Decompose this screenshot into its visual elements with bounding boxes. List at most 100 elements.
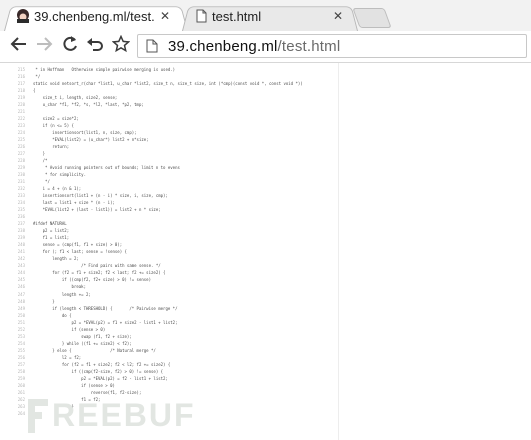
line-number: 221 [17,109,25,115]
code-text: */ [33,179,50,185]
code-line: 215 * in Hoffman Otherwise simple pairwi… [14,66,511,73]
code-line: 250 do { [14,312,511,319]
code-text: for (f2 = f1 + size2; f2 < last; f2 += s… [33,270,166,276]
line-number: 234 [17,200,25,206]
line-number: 250 [17,312,25,318]
code-line: 248 } [14,298,511,305]
code-line: 240 sense = (cmp(f1, f1 + size) > 0); [14,241,511,248]
line-number: 217 [17,81,25,87]
code-text: { [33,88,36,94]
line-number: 257 [17,361,25,367]
line-number: 258 [17,368,25,374]
url-text[interactable]: 39.chenbeng.ml/test.html [168,38,340,55]
url-host: 39.chenbeng.ml [168,38,278,55]
line-number: 216 [17,74,25,80]
code-line: 243 /* Find pairs with same sense. */ [14,262,511,269]
code-line: 224 insertionsort(list1, n, size, cmp); [14,129,511,136]
code-line: 221 [14,108,511,115]
line-number: 232 [17,186,25,192]
code-line: 232 i = 4 + (n & 1); [14,185,511,192]
code-line: 255 } else { /* Natural merge */ [14,347,511,354]
line-number: 222 [17,116,25,122]
line-number: 243 [17,263,25,269]
code-line: 241 for (; f1 < last; sense = !sense) { [14,248,511,255]
freebuf-watermark: REEBUF [28,397,218,435]
code-line: 242 length = 2; [14,255,511,262]
code-text: if (n <= 5) { [33,123,74,129]
code-text: insertionsort(list1, n, size, cmp); [33,130,137,136]
line-number: 242 [17,256,25,262]
code-line: 258 if ((cmp(f2-size, f2) > 0) != sense)… [14,368,511,375]
code-text: length = 2; [33,256,79,262]
close-tab-icon[interactable]: ✕ [333,9,343,23]
new-tab-button[interactable] [352,8,392,28]
line-number: 230 [17,172,25,178]
code-text: length += 2; [33,291,91,297]
address-bar[interactable]: 39.chenbeng.ml/test.html [137,34,527,58]
line-number: 237 [17,221,25,227]
code-line: 247 length += 2; [14,291,511,298]
code-text: } while ((f1 += size2) < f2); [33,340,132,346]
line-number: 233 [17,193,25,199]
code-line: 223 if (n <= 5) { [14,122,511,129]
code-line: 222 size2 = size*2; [14,115,511,122]
line-number: 251 [17,319,25,325]
line-number: 262 [17,396,25,402]
reload-icon[interactable] [61,35,79,59]
code-text: insertionsort(list1 + (n - i) * size, i,… [33,193,168,199]
line-number: 240 [17,242,25,248]
line-number: 235 [17,207,25,213]
line-number: 223 [17,123,25,129]
code-text: * Avoid running pointers out of bounds; … [33,165,180,171]
line-number: 238 [17,228,25,234]
code-line: 260 if (sense > 0) [14,382,511,389]
code-text: if ((cmp(f2, f2+ size) > 0) != sense) [33,277,152,283]
code-text: p2 = *EVAL(p2) = f2 - list1 + list2; [33,375,168,381]
code-text: l2 = f2; [33,354,82,360]
code-line: 234 last = list1 + size * (n - i); [14,199,511,206]
watermark-text: REEBUF [52,397,196,433]
line-number: 227 [17,151,25,157]
code-line: 249 if (length < THRESHOLD) { /* Pairwis… [14,305,511,312]
tab-strip: 39.chenbeng.ml/test.ht ✕ test.html ✕ [0,0,531,31]
back-arrow-icon[interactable] [10,35,28,59]
close-tab-icon[interactable]: ✕ [160,9,170,23]
line-number: 256 [17,354,25,360]
line-number: 225 [17,137,25,143]
line-number: 253 [17,333,25,339]
page-info-icon[interactable] [146,39,158,53]
code-line: 217 static void netsort_r(char *list1, u_… [14,80,511,87]
code-text: last = list1 + size * (n - i); [33,200,115,206]
code-text: i = 4 + (n & 1); [33,186,82,192]
code-text: size2 = size*2; [33,116,79,122]
code-text: p2 = *EVAL(p2) = f1 + size2 - list1 + li… [33,319,178,325]
code-line: 246 break; [14,283,511,290]
code-text: size_t i, length, size2, sense; [33,95,118,101]
code-text: for (; f1 < last; sense = !sense) { [33,249,127,255]
code-line: 238 p2 = list2; [14,227,511,234]
line-number: 220 [17,102,25,108]
document-icon [196,9,207,23]
tab-inactive[interactable]: test.html ✕ [182,4,358,31]
code-text: * for simplicity. [33,172,86,178]
code-text: if (length < THRESHOLD) { /* Pairwise me… [33,305,178,311]
code-text: if (sense > 0) [33,326,106,332]
undo-icon[interactable] [86,35,104,59]
tab-active[interactable]: 39.chenbeng.ml/test.ht ✕ [4,4,188,31]
line-number: 260 [17,382,25,388]
watermark-logo-icon [28,399,48,433]
code-text: } [33,298,55,304]
code-text: /* Find pairs with same sense. */ [33,263,161,269]
code-line: 219 size_t i, length, size2, sense; [14,94,511,101]
bookmark-star-icon[interactable] [111,34,131,59]
code-line: 259 p2 = *EVAL(p2) = f2 - list1 + list2; [14,375,511,382]
toolbar: 39.chenbeng.ml/test.html [0,31,531,63]
line-number: 252 [17,326,25,332]
code-line: 251 p2 = *EVAL(p2) = f1 + size2 - list1 … [14,319,511,326]
code-text: break; [33,284,86,290]
code-text: *EVAL(list2 + (last - list1)) = list2 + … [33,207,161,213]
forward-arrow-icon[interactable] [35,35,53,59]
code-line: 236 [14,213,511,220]
code-text: sense = (cmp(f1, f1 + size) > 0); [33,242,123,248]
code-text: } else { /* Natural merge */ [33,347,156,353]
